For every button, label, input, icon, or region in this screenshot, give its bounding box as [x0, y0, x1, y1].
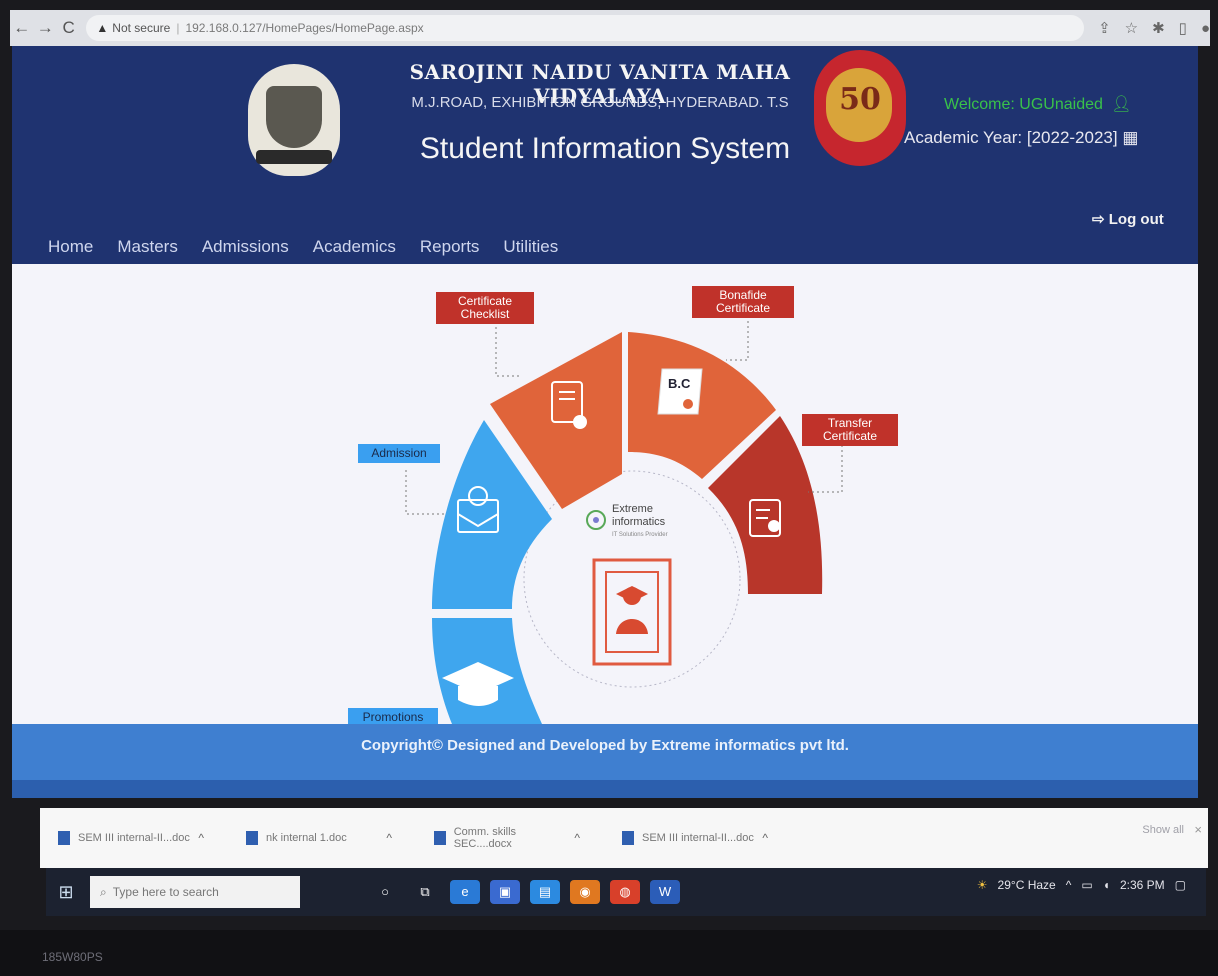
url-text: 192.168.0.127/HomePages/HomePage.aspx: [185, 21, 424, 35]
extensions-icon[interactable]: ✱: [1152, 19, 1165, 37]
label-bonafide-certificate[interactable]: Bonafide Certificate: [692, 286, 794, 318]
star-icon[interactable]: ☆: [1125, 19, 1138, 37]
security-label: Not secure: [112, 21, 171, 35]
edge-icon[interactable]: e: [450, 880, 480, 904]
module-diagram: B.C Extreme informatics IT Solutions Pro…: [405, 316, 843, 724]
windows-start-icon[interactable]: ⊞: [46, 882, 86, 903]
college-crest-icon: [248, 64, 340, 176]
home-content: B.C Extreme informatics IT Solutions Pro…: [12, 264, 1198, 724]
label-transfer-certificate[interactable]: Transfer Certificate: [802, 414, 898, 446]
connector-bonafide: [726, 316, 749, 361]
download-item[interactable]: SEM III internal-II...doc ^: [58, 831, 228, 845]
academic-year: Academic Year: [2022-2023] ▦: [904, 128, 1138, 148]
footer-bar: [12, 780, 1198, 798]
share-icon[interactable]: ⇪: [1098, 19, 1111, 37]
weather-icon: ☀: [976, 878, 988, 892]
academic-year-label: Academic Year: [2022-2023]: [904, 128, 1118, 147]
cortana-icon[interactable]: ○: [370, 880, 400, 904]
monitor-bezel: [0, 930, 1218, 976]
forward-icon[interactable]: →: [33, 18, 56, 38]
store-icon[interactable]: ▣: [490, 880, 520, 904]
show-all-button[interactable]: Show all: [1142, 824, 1184, 836]
download-filename: nk internal 1.doc: [266, 832, 347, 844]
word-file-icon: [58, 831, 70, 845]
windows-taskbar: ⊞ ⌕ Type here to search ○ ⧉ e ▣ ▤ ◉ ◍ W …: [46, 868, 1206, 916]
word-file-icon: [622, 831, 634, 845]
tray-overflow-icon[interactable]: ^: [1066, 878, 1072, 892]
logout-link[interactable]: ⇨ Log out: [1092, 210, 1164, 228]
network-icon[interactable]: ▭: [1081, 878, 1092, 892]
browser-toolbar: ← → C ▲ Not secure | 192.168.0.127/HomeP…: [10, 10, 1210, 46]
weather-text[interactable]: 29°C Haze: [998, 878, 1056, 892]
calendar-icon[interactable]: ▦: [1122, 128, 1138, 147]
crest-shield: [266, 86, 322, 148]
reload-icon[interactable]: C: [57, 18, 80, 38]
label-certificate-checklist[interactable]: Certificate Checklist: [436, 292, 534, 324]
label-admission[interactable]: Admission: [358, 444, 440, 463]
chevron-up-icon[interactable]: ^: [386, 831, 392, 845]
sidebar-icon[interactable]: ▯: [1179, 19, 1187, 37]
logout-label: Log out: [1108, 211, 1164, 228]
address-bar[interactable]: ▲ Not secure | 192.168.0.127/HomePages/H…: [86, 15, 1085, 41]
taskbar-search[interactable]: ⌕ Type here to search: [90, 876, 300, 908]
logo-number: 50: [839, 82, 881, 117]
menu-item-home[interactable]: Home: [48, 237, 93, 257]
chevron-up-icon[interactable]: ^: [574, 831, 580, 845]
separator: |: [176, 21, 180, 35]
profile-icon[interactable]: ●: [1201, 20, 1210, 37]
connector-admission: [405, 470, 444, 515]
label-promotions[interactable]: Promotions: [348, 708, 438, 724]
menu-item-masters[interactable]: Masters: [117, 237, 177, 257]
bc-text: B.C: [668, 376, 691, 391]
download-filename: SEM III internal-II...doc: [642, 832, 754, 844]
connector-transfer: [808, 440, 843, 493]
close-icon[interactable]: ×: [1194, 822, 1202, 837]
student-profile-icon: [592, 558, 672, 666]
college-address: M.J.ROAD, EXHIBITION GROUNDS, HYDERABAD.…: [411, 94, 789, 111]
volume-icon[interactable]: ◖: [1103, 878, 1110, 892]
download-filename: SEM III internal-II...doc: [78, 832, 190, 844]
back-icon[interactable]: ←: [10, 18, 33, 38]
download-item[interactable]: nk internal 1.doc ^: [246, 831, 416, 845]
crest-ribbon: [256, 150, 332, 164]
center-brand-2: informatics: [612, 516, 666, 528]
warning-icon: ▲: [96, 21, 109, 35]
search-placeholder: Type here to search: [112, 885, 219, 899]
page-footer: Copyright© Designed and Developed by Ext…: [12, 724, 1198, 780]
word-file-icon: [434, 831, 446, 845]
menu-item-academics[interactable]: Academics: [313, 237, 396, 257]
monitor-model-label: 185W80PS: [42, 950, 103, 964]
search-icon: ⌕: [100, 884, 107, 899]
extreme-informatics-logo: Extreme informatics IT Solutions Provide…: [586, 503, 668, 538]
notification-icon[interactable]: ▢: [1175, 878, 1186, 892]
center-tagline: IT Solutions Provider: [612, 532, 668, 538]
download-item[interactable]: SEM III internal-II...doc ^: [622, 831, 792, 845]
firefox-icon[interactable]: ◉: [570, 880, 600, 904]
system-tray: ☀ 29°C Haze ^ ▭ ◖ 2:36 PM ▢: [977, 878, 1186, 892]
main-menu: Home Masters Admissions Academics Report…: [48, 237, 558, 257]
user-icon: 👤︎: [1111, 96, 1132, 113]
anniversary-logo-icon: 50: [814, 50, 906, 166]
welcome-label: Welcome: UGUnaided: [944, 96, 1103, 113]
task-view-icon[interactable]: ⧉: [410, 880, 440, 904]
chrome-icon[interactable]: ◍: [610, 880, 640, 904]
menu-item-admissions[interactable]: Admissions: [202, 237, 289, 257]
clock[interactable]: 2:36 PM: [1120, 878, 1165, 892]
chevron-up-icon[interactable]: ^: [762, 831, 768, 845]
word-icon[interactable]: W: [650, 880, 680, 904]
center-brand: Extreme: [612, 503, 653, 515]
menu-item-utilities[interactable]: Utilities: [503, 237, 558, 257]
bc-certificate-icon: B.C: [657, 368, 703, 415]
chevron-up-icon[interactable]: ^: [198, 831, 204, 845]
download-filename: Comm. skills SEC....docx: [453, 826, 517, 850]
menu-item-reports[interactable]: Reports: [420, 237, 480, 257]
files-icon[interactable]: ▤: [530, 880, 560, 904]
connector-checklist: [495, 322, 520, 377]
downloads-bar: SEM III internal-II...doc ^ nk internal …: [40, 808, 1208, 868]
welcome-text: Welcome: UGUnaided 👤︎: [940, 94, 1160, 114]
word-file-icon: [246, 831, 258, 845]
system-title: Student Information System: [419, 132, 791, 165]
download-item[interactable]: Comm. skills SEC....docx ^: [434, 826, 604, 850]
logout-icon: ⇨: [1092, 211, 1105, 228]
